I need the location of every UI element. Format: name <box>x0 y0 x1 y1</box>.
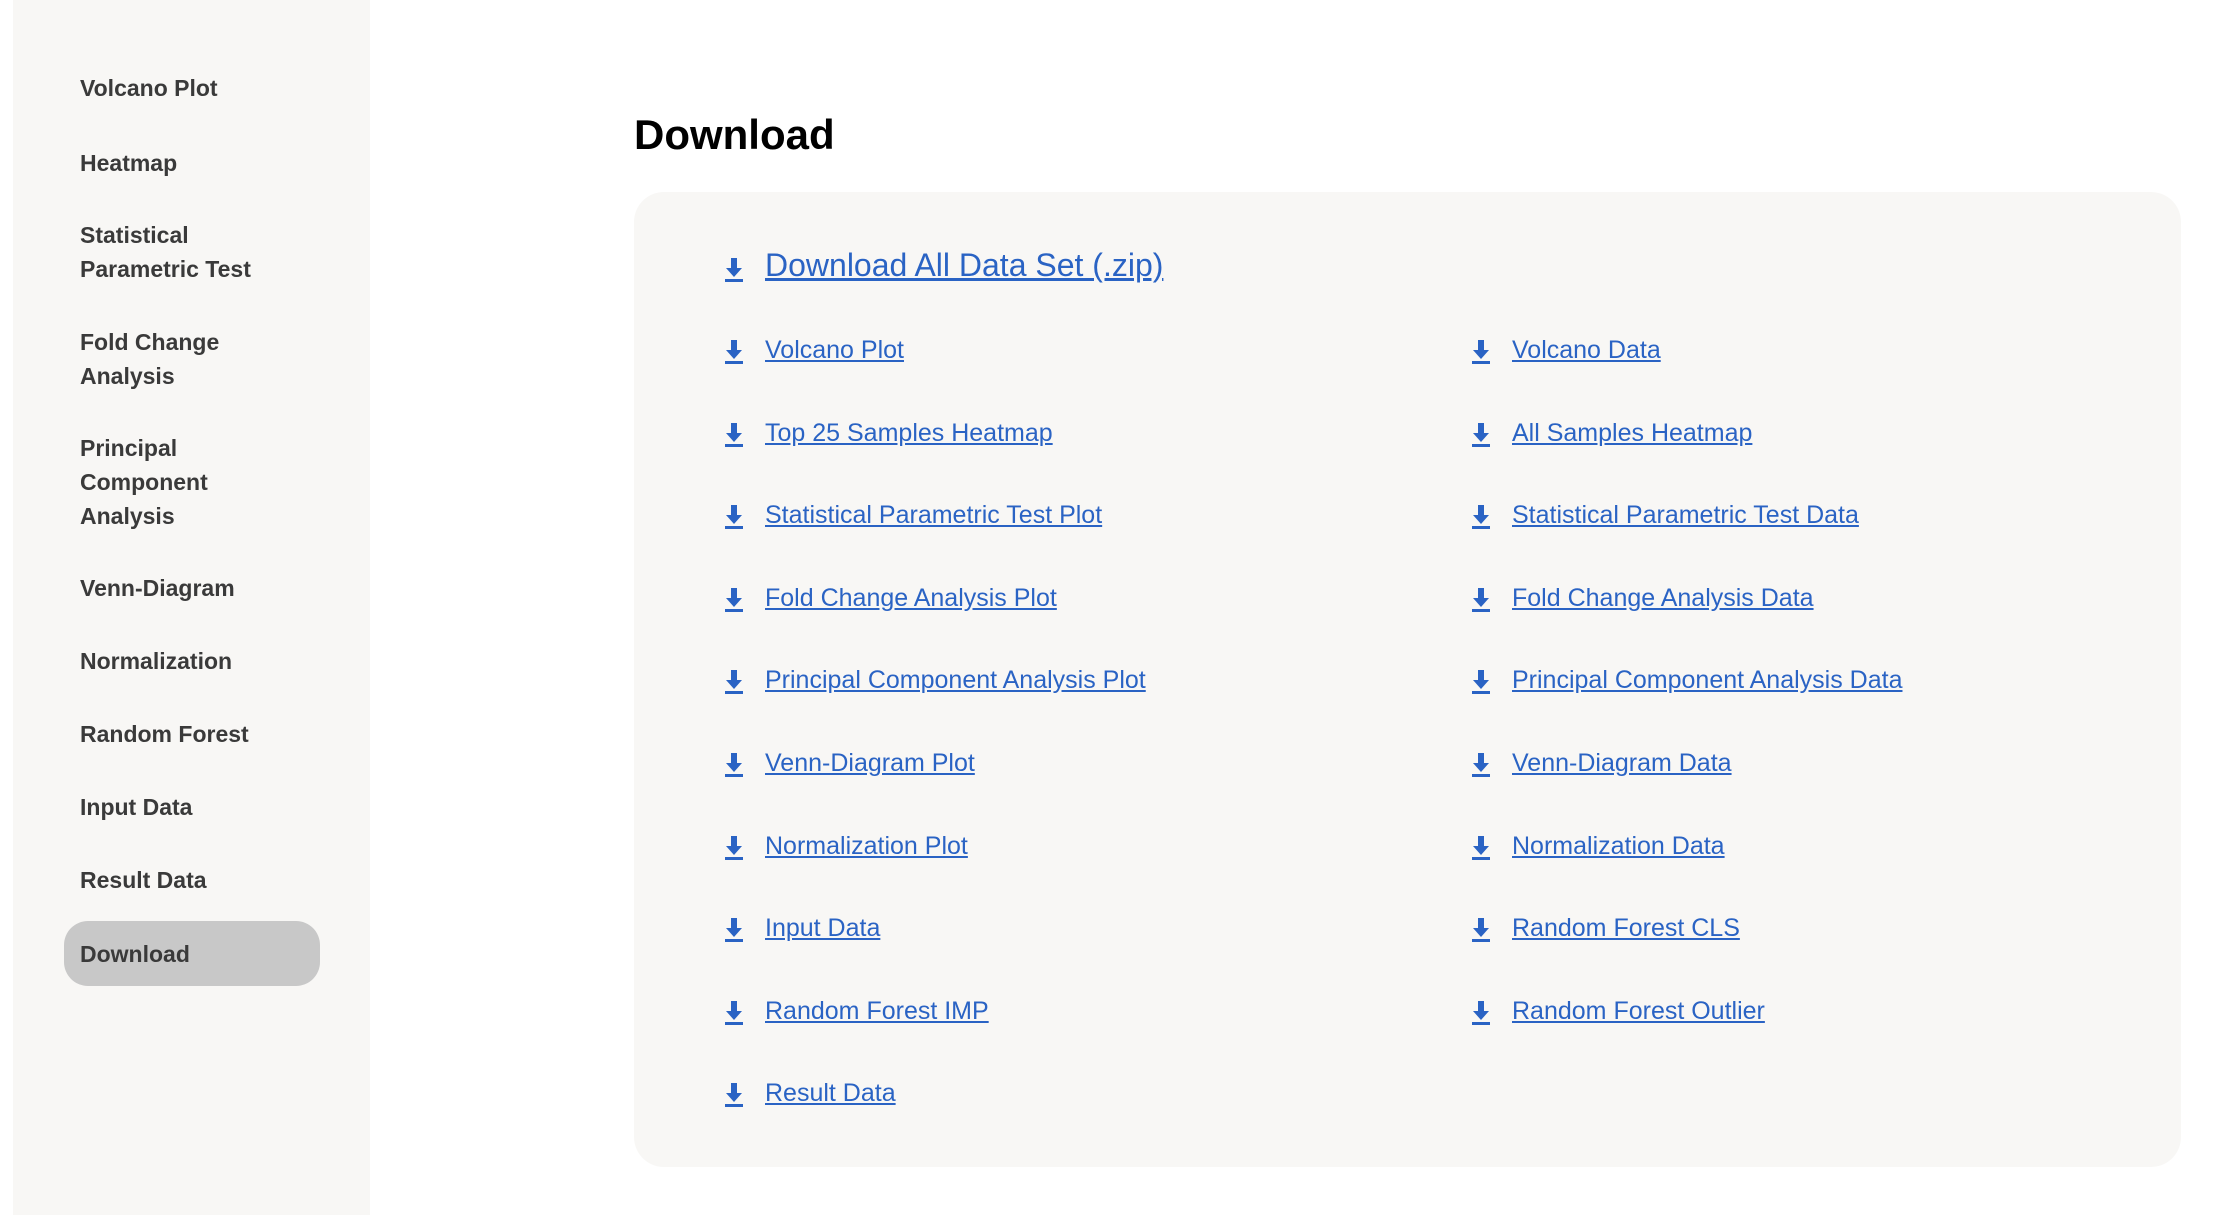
sidebar-item-volcano-plot[interactable]: Volcano Plot <box>80 71 330 105</box>
download-link[interactable]: Venn-Diagram Data <box>1470 749 1732 778</box>
download-icon <box>723 586 745 612</box>
link-label: Result Data <box>765 1079 896 1107</box>
download-link[interactable]: Statistical Parametric Test Data <box>1470 501 1859 530</box>
download-icon <box>1470 751 1492 777</box>
download-link[interactable]: Fold Change Analysis Plot <box>723 584 1057 613</box>
download-link[interactable]: Fold Change Analysis Data <box>1470 584 1814 613</box>
link-label: Input Data <box>765 914 881 942</box>
download-link[interactable]: Statistical Parametric Test Plot <box>723 501 1102 530</box>
download-link[interactable]: Result Data <box>723 1079 896 1108</box>
link-label: Venn-Diagram Data <box>1512 749 1732 777</box>
link-label: Venn-Diagram Plot <box>765 749 975 777</box>
download-link[interactable]: Principal Component Analysis Plot <box>723 666 1146 695</box>
download-icon <box>1470 421 1492 447</box>
link-label: Normalization Plot <box>765 832 968 860</box>
download-link[interactable]: Random Forest CLS <box>1470 914 1740 943</box>
link-label: Random Forest CLS <box>1512 914 1740 942</box>
download-icon <box>723 916 745 942</box>
sidebar-item-download[interactable]: Download <box>64 921 320 986</box>
download-icon <box>1470 503 1492 529</box>
sidebar-item-fold-change-analysis[interactable]: Fold Change Analysis <box>80 325 280 393</box>
download-icon <box>723 834 745 860</box>
download-link[interactable]: All Samples Heatmap <box>1470 419 1752 448</box>
download-icon <box>1470 999 1492 1025</box>
download-icon <box>723 338 745 364</box>
download-link[interactable]: Volcano Plot <box>723 336 904 365</box>
download-icon <box>723 253 745 282</box>
download-icon <box>1470 916 1492 942</box>
link-label: Volcano Data <box>1512 336 1661 364</box>
download-icon <box>723 999 745 1025</box>
link-label: Normalization Data <box>1512 832 1725 860</box>
download-icon <box>1470 338 1492 364</box>
download-link[interactable]: Volcano Data <box>1470 336 1661 365</box>
sidebar: Volcano Plot Heatmap Statistical Paramet… <box>13 0 370 1215</box>
link-label: Download All Data Set (.zip) <box>765 247 1164 283</box>
link-label: All Samples Heatmap <box>1512 419 1753 447</box>
link-label: Fold Change Analysis Data <box>1512 584 1814 612</box>
sidebar-item-result-data[interactable]: Result Data <box>80 863 330 897</box>
sidebar-item-normalization[interactable]: Normalization <box>80 644 330 678</box>
download-link[interactable]: Principal Component Analysis Data <box>1470 666 1902 695</box>
download-icon <box>723 668 745 694</box>
link-label: Random Forest Outlier <box>1512 997 1765 1025</box>
sidebar-item-random-forest[interactable]: Random Forest <box>80 717 330 751</box>
download-icon <box>723 421 745 447</box>
download-link[interactable]: Venn-Diagram Plot <box>723 749 975 778</box>
download-link[interactable]: Normalization Data <box>1470 832 1725 861</box>
page-title: Download <box>634 111 835 158</box>
download-link[interactable]: Top 25 Samples Heatmap <box>723 419 1053 448</box>
download-link[interactable]: Normalization Plot <box>723 832 968 861</box>
download-icon <box>1470 834 1492 860</box>
sidebar-item-input-data[interactable]: Input Data <box>80 790 330 824</box>
sidebar-item-statistical-parametric-test[interactable]: Statistical Parametric Test <box>80 218 300 286</box>
download-link[interactable]: Random Forest Outlier <box>1470 997 1765 1026</box>
sidebar-item-principal-component-analysis[interactable]: Principal Component Analysis <box>80 431 240 533</box>
download-icon <box>723 751 745 777</box>
download-icon <box>723 1081 745 1107</box>
link-label: Top 25 Samples Heatmap <box>765 419 1053 447</box>
download-link[interactable]: Input Data <box>723 914 880 943</box>
download-icon <box>723 503 745 529</box>
download-icon <box>1470 586 1492 612</box>
download-all-link[interactable]: Download All Data Set (.zip) <box>723 247 1163 284</box>
link-label: Principal Component Analysis Plot <box>765 666 1146 694</box>
download-icon <box>1470 668 1492 694</box>
link-label: Statistical Parametric Test Data <box>1512 501 1859 529</box>
link-label: Statistical Parametric Test Plot <box>765 501 1103 529</box>
sidebar-item-venn-diagram[interactable]: Venn-Diagram <box>80 571 330 605</box>
download-link[interactable]: Random Forest IMP <box>723 997 989 1026</box>
link-label: Random Forest IMP <box>765 997 989 1025</box>
link-label: Volcano Plot <box>765 336 904 364</box>
link-label: Principal Component Analysis Data <box>1512 666 1903 694</box>
link-label: Fold Change Analysis Plot <box>765 584 1057 612</box>
sidebar-item-heatmap[interactable]: Heatmap <box>80 146 330 180</box>
